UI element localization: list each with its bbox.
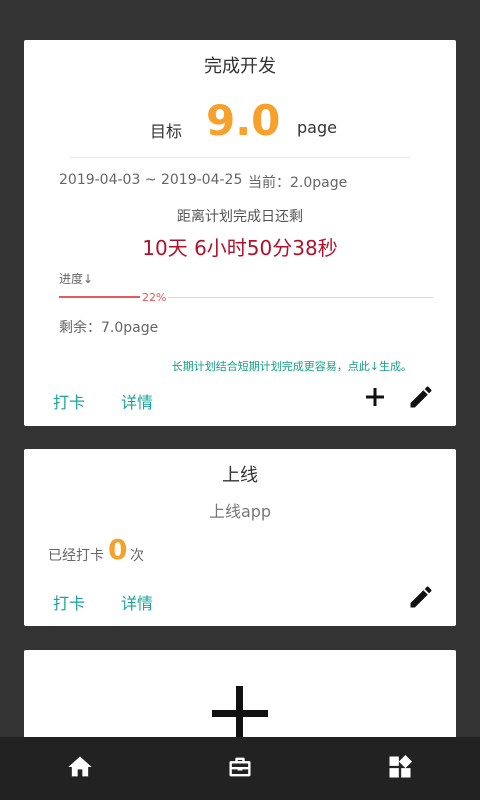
details-button[interactable]: 详情: [121, 590, 153, 614]
checkin-button[interactable]: 打卡: [53, 389, 85, 413]
goal-value: 9.0: [206, 96, 281, 145]
generate-hint-link[interactable]: 长期计划结合短期计划完成更容易，点此↓生成。: [172, 358, 412, 374]
nav-work[interactable]: [160, 737, 320, 800]
progress-label: 进度↓: [59, 272, 94, 286]
habit-subtitle: 上线app: [208, 502, 272, 521]
checked-unit: 次: [130, 548, 144, 564]
checkin-button[interactable]: 打卡: [53, 590, 85, 614]
details-button[interactable]: 详情: [121, 389, 153, 413]
bottom-nav: [0, 737, 480, 800]
habit-card[interactable]: 上线 上线app 已经打卡 0 次 打卡 详情: [24, 449, 456, 626]
habit-title: 上线: [222, 465, 258, 486]
dashboard-icon: [386, 753, 414, 785]
plus-icon[interactable]: [361, 383, 389, 411]
divider: [70, 157, 410, 158]
date-range: 2019-04-03 ~ 2019-04-25: [59, 172, 243, 188]
goal-label: 目标: [150, 122, 183, 141]
nav-widgets[interactable]: [320, 737, 480, 800]
countdown: 10天 6小时50分38秒: [142, 236, 338, 260]
goal-unit: page: [297, 118, 337, 137]
screen: 完成开发 目标 9.0 page 2019-04-03 ~ 2019-04-25…: [0, 0, 480, 800]
pencil-icon[interactable]: [407, 583, 435, 611]
pencil-icon[interactable]: [407, 383, 435, 411]
remain-label: 距离计划完成日还剩: [177, 209, 303, 225]
large-plus-icon[interactable]: [210, 684, 270, 744]
checked-label: 已经打卡: [48, 548, 104, 564]
add-card[interactable]: [24, 650, 456, 750]
goal-row: 目标 9.0 page: [24, 96, 456, 146]
progress-fill: [59, 296, 142, 298]
briefcase-icon: [226, 753, 254, 785]
remaining-label: 剩余：7.0page: [59, 320, 159, 336]
progress-percent: 22%: [140, 291, 169, 304]
plan-card[interactable]: 完成开发 目标 9.0 page 2019-04-03 ~ 2019-04-25…: [24, 40, 456, 426]
plan-title: 完成开发: [204, 56, 276, 77]
current-progress: 当前：2.0page: [248, 175, 348, 191]
checked-count: 0: [108, 533, 128, 566]
nav-home[interactable]: [0, 737, 160, 800]
home-icon: [66, 753, 94, 785]
progress-bar: [59, 296, 433, 298]
